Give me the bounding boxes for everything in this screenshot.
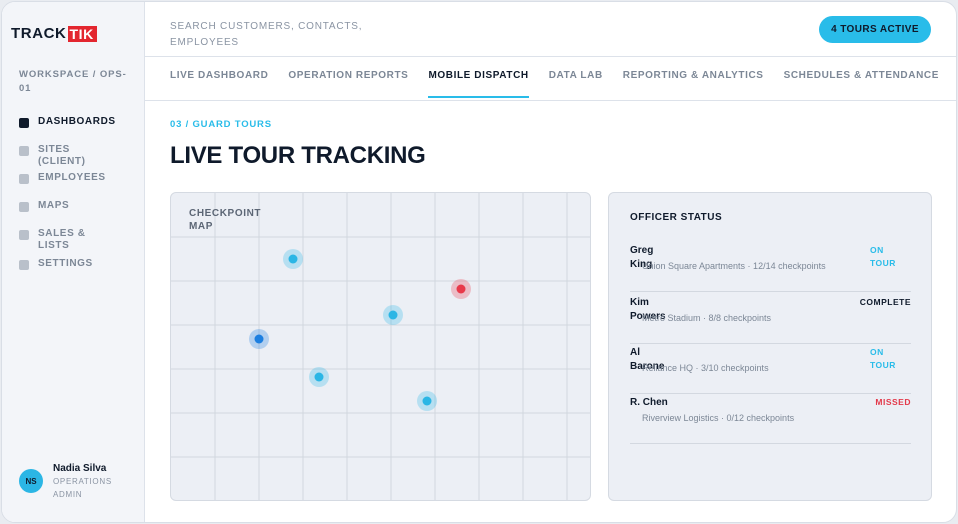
map-grid — [171, 193, 590, 500]
sidebar-item-maps[interactable]: MAPS — [19, 200, 118, 212]
user-name: Nadia Silva — [53, 463, 107, 474]
workspace-label: WORKSPACE / OPS-01 — [19, 69, 127, 94]
tab-live-dashboard[interactable]: LIVE DASHBOARD — [170, 70, 268, 98]
tracktik-logo[interactable]: TRACK TIK — [11, 26, 97, 42]
tours-active-button[interactable]: 4 TOURS ACTIVE — [819, 16, 931, 43]
officer-detail: Reliance HQ · 3/10 checkpoints — [642, 363, 769, 373]
tab-reporting-analytics[interactable]: REPORTING & ANALYTICS — [623, 70, 764, 98]
status-badge: COMPLETE — [859, 297, 911, 307]
section-eyebrow: 03 / GUARD TOURS — [170, 119, 272, 130]
checkpoint-marker-active[interactable] — [249, 329, 269, 349]
page-title: LIVE TOUR TRACKING — [170, 142, 426, 169]
status-badge: MISSED — [875, 397, 911, 407]
sidebar-item-label: DASHBOARDS — [38, 116, 116, 127]
sidebar-item-sites[interactable]: SITES (CLIENT) — [19, 144, 98, 168]
sidebar-item-settings[interactable]: SETTINGS — [19, 258, 118, 270]
sidebar: TRACK TIK WORKSPACE / OPS-01 DASHBOARDS … — [2, 2, 145, 522]
officer-status-panel: OFFICER STATUS Greg King Union Square Ap… — [608, 192, 932, 501]
officer-row[interactable]: Kim Powers Metro Stadium · 8/8 checkpoin… — [630, 293, 911, 344]
tab-mobile-dispatch[interactable]: MOBILE DISPATCH — [428, 70, 529, 98]
logo-text-tik: TIK — [67, 26, 97, 42]
avatar: NS — [19, 469, 43, 493]
main-tabs: LIVE DASHBOARD OPERATION REPORTS MOBILE … — [170, 70, 956, 98]
logo-text-track: TRACK — [11, 25, 67, 42]
sidebar-item-dashboards[interactable]: DASHBOARDS — [19, 116, 118, 128]
checkpoint-map[interactable]: CHECKPOINT MAP — [170, 192, 591, 501]
status-badge: ON TOUR — [870, 347, 896, 370]
tab-operation-reports[interactable]: OPERATION REPORTS — [288, 70, 408, 98]
officer-detail: Riverview Logistics · 0/12 checkpoints — [642, 413, 795, 423]
dashboards-icon — [19, 118, 29, 128]
employees-icon — [19, 174, 29, 184]
status-badge: ON TOUR — [870, 245, 896, 268]
sidebar-item-label: SALES & LISTS — [38, 228, 86, 251]
sites-icon — [19, 146, 29, 156]
tabs-divider — [145, 100, 956, 101]
checkpoint-marker-2[interactable] — [383, 305, 403, 325]
settings-icon — [19, 260, 29, 270]
officer-detail: Union Square Apartments · 12/14 checkpoi… — [642, 261, 826, 271]
officer-row[interactable]: Greg King Union Square Apartments · 12/1… — [630, 241, 911, 292]
sidebar-item-label: EMPLOYEES — [38, 172, 106, 183]
sales-icon — [19, 230, 29, 240]
sidebar-item-label: SETTINGS — [38, 258, 93, 269]
tab-schedules-attendance[interactable]: SCHEDULES & ATTENDANCE — [784, 70, 939, 98]
panel-title: OFFICER STATUS — [630, 212, 723, 223]
checkpoint-marker-alert[interactable] — [451, 279, 471, 299]
user-role: OPERATIONS ADMIN — [53, 477, 112, 499]
map-title: CHECKPOINT MAP — [189, 208, 262, 232]
checkpoint-marker-3[interactable] — [309, 367, 329, 387]
header-divider — [145, 56, 956, 57]
officer-detail: Metro Stadium · 8/8 checkpoints — [642, 313, 772, 323]
sidebar-item-label: SITES (CLIENT) — [38, 144, 86, 167]
officer-row[interactable]: Al Barone Reliance HQ · 3/10 checkpoints… — [630, 343, 911, 394]
checkpoint-marker-1[interactable] — [283, 249, 303, 269]
maps-icon — [19, 202, 29, 212]
user-profile[interactable]: NS Nadia Silva OPERATIONS ADMIN — [19, 462, 113, 501]
sidebar-item-label: MAPS — [38, 200, 70, 211]
app-window: TRACK TIK WORKSPACE / OPS-01 DASHBOARDS … — [1, 1, 957, 523]
officer-row[interactable]: R. Chen Riverview Logistics · 0/12 check… — [630, 393, 911, 444]
search-input[interactable]: SEARCH CUSTOMERS, CONTACTS, EMPLOYEES — [170, 19, 370, 51]
officer-name: R. Chen — [630, 397, 668, 408]
sidebar-item-sales-lists[interactable]: SALES & LISTS — [19, 228, 88, 252]
tab-data-lab[interactable]: DATA LAB — [549, 70, 603, 98]
sidebar-item-employees[interactable]: EMPLOYEES — [19, 172, 118, 184]
checkpoint-marker-4[interactable] — [417, 391, 437, 411]
